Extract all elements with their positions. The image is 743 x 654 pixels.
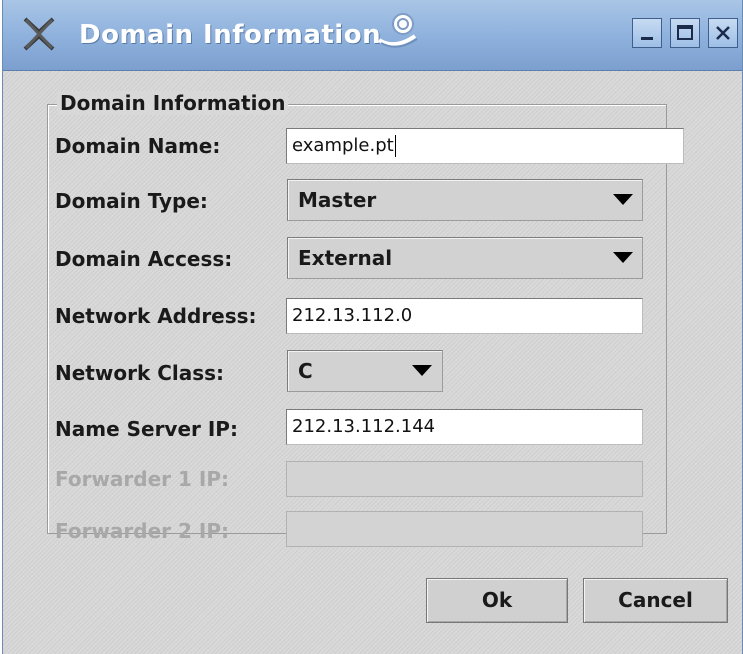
forwarder-2-ip-input <box>286 511 643 547</box>
forwarder-1-ip-input <box>286 461 643 497</box>
domain-access-selected: External <box>298 246 393 270</box>
dialog-content: Domain Information Domain Name: example.… <box>3 71 742 654</box>
name-server-ip-label: Name Server IP: <box>55 417 238 441</box>
forwarder-2-ip-label: Forwarder 2 IP: <box>55 519 229 543</box>
swirl-logo-icon <box>377 13 418 48</box>
name-server-ip-value: 212.13.112.144 <box>292 416 436 437</box>
minimize-button[interactable] <box>632 18 662 48</box>
triangle-down-icon <box>412 365 432 376</box>
forwarder-1-ip-label: Forwarder 1 IP: <box>55 467 229 491</box>
domain-type-selected: Master <box>298 188 377 212</box>
triangle-down-icon <box>613 252 633 263</box>
text-caret <box>394 135 396 157</box>
domain-access-label: Domain Access: <box>55 247 233 271</box>
domain-information-dialog: Domain Information Domain Information Do… <box>2 0 743 654</box>
network-class-selected: C <box>298 359 313 383</box>
title-bar[interactable]: Domain Information <box>3 0 742 71</box>
network-address-input[interactable]: 212.13.112.0 <box>286 298 643 334</box>
name-server-ip-input[interactable]: 212.13.112.144 <box>286 409 643 445</box>
window-title: Domain Information <box>79 20 382 50</box>
domain-name-label: Domain Name: <box>55 134 221 158</box>
x-close-icon <box>23 17 55 51</box>
close-button[interactable] <box>708 18 738 48</box>
domain-name-input[interactable]: example.pt <box>286 128 684 164</box>
network-address-value: 212.13.112.0 <box>292 305 413 326</box>
triangle-down-icon <box>613 194 633 205</box>
maximize-icon <box>677 25 693 40</box>
domain-type-select[interactable]: Master <box>287 179 643 221</box>
ok-button[interactable]: Ok <box>426 578 568 623</box>
cancel-button[interactable]: Cancel <box>583 578 728 623</box>
network-address-label: Network Address: <box>55 304 257 328</box>
close-icon <box>716 26 730 40</box>
group-title: Domain Information <box>57 91 289 115</box>
domain-type-label: Domain Type: <box>55 189 208 213</box>
maximize-button[interactable] <box>670 18 700 48</box>
domain-name-value: example.pt <box>292 135 394 156</box>
network-class-label: Network Class: <box>55 361 225 385</box>
domain-access-select[interactable]: External <box>287 237 643 279</box>
network-class-select[interactable]: C <box>287 350 443 392</box>
minimize-icon <box>641 37 653 40</box>
